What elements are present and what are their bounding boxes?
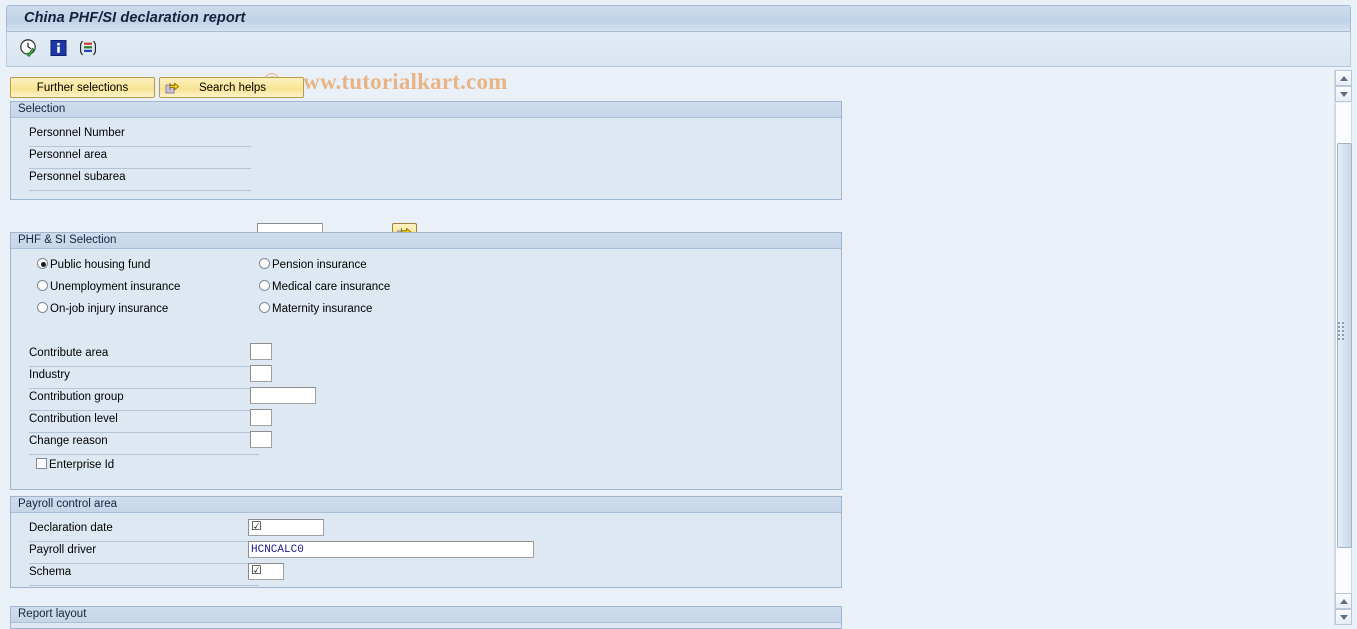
report-layout-title: Report layout: [11, 607, 841, 623]
field-row-change-reason: Change reason: [29, 433, 259, 455]
radio-indicator: [259, 302, 270, 313]
radio-public-housing-fund[interactable]: Public housing fund: [37, 258, 150, 271]
payroll-driver-label: Payroll driver: [29, 544, 97, 556]
list-variant-icon[interactable]: [78, 37, 100, 59]
field-row-payroll-driver: Payroll driver: [29, 542, 259, 564]
radio-maternity-insurance[interactable]: Maternity insurance: [259, 302, 372, 315]
phf-si-selection-panel: PHF & SI Selection Public housing fund U…: [10, 232, 842, 490]
field-row-personnel-subarea: Personnel subarea: [29, 169, 251, 191]
further-selections-label: Further selections: [36, 81, 129, 94]
splitter-grip[interactable]: [1338, 322, 1346, 342]
report-layout-panel: Report layout: [10, 606, 842, 629]
toolbar-icon-group: [18, 37, 100, 59]
contribution-group-label: Contribution group: [29, 391, 124, 403]
declaration-date-label: Declaration date: [29, 522, 113, 534]
selection-screen-buttons: Further selections Search helps: [10, 77, 304, 98]
checkbox-indicator: [36, 458, 47, 469]
radio-label: Public housing fund: [50, 259, 151, 271]
personnel-area-label: Personnel area: [29, 149, 107, 161]
field-row-personnel-area: Personnel area: [29, 147, 251, 169]
window-title-bar: China PHF/SI declaration report: [6, 5, 1351, 32]
scroll-down-button-top[interactable]: [1335, 86, 1352, 102]
radio-pension-insurance[interactable]: Pension insurance: [259, 258, 367, 271]
personnel-number-label: Personnel Number: [29, 127, 125, 139]
radio-indicator: [259, 258, 270, 269]
triangle-down-icon: [1340, 615, 1348, 620]
change-reason-label: Change reason: [29, 435, 108, 447]
radio-on-job-injury-insurance[interactable]: On-job injury insurance: [37, 302, 168, 315]
application-toolbar: © www.tutorialkart.com: [6, 32, 1351, 94]
change-reason-input[interactable]: [250, 431, 272, 448]
phf-si-panel-title: PHF & SI Selection: [11, 233, 841, 249]
triangle-up-icon: [1340, 599, 1348, 604]
radio-label: Medical care insurance: [272, 281, 391, 293]
search-help-arrow-icon: [165, 80, 180, 95]
payroll-control-area-title: Payroll control area: [11, 497, 841, 513]
field-row-contribution-level: Contribution level: [29, 411, 259, 433]
scroll-up-button[interactable]: [1335, 70, 1352, 86]
search-helps-label: Search helps: [198, 81, 267, 94]
scroll-down-button[interactable]: [1335, 609, 1352, 625]
radio-label: Pension insurance: [272, 259, 367, 271]
schema-label: Schema: [29, 566, 72, 578]
triangle-up-icon: [1340, 76, 1348, 81]
triangle-down-icon: [1340, 92, 1348, 97]
radio-indicator: [37, 280, 48, 291]
field-row-declaration-date: Declaration date: [29, 520, 259, 542]
field-row-schema: Schema: [29, 564, 259, 586]
schema-check-glyph: ☑: [251, 563, 262, 577]
scrollbar-track[interactable]: [1335, 103, 1352, 593]
selection-panel-title: Selection: [11, 102, 841, 118]
page-title: China PHF/SI declaration report: [24, 10, 246, 26]
radio-indicator: [37, 258, 48, 269]
radio-medical-care-insurance[interactable]: Medical care insurance: [259, 280, 390, 293]
row-divider: [29, 190, 251, 191]
radio-label: Unemployment insurance: [50, 281, 181, 293]
personnel-subarea-label: Personnel subarea: [29, 171, 126, 183]
payroll-driver-input[interactable]: [248, 541, 534, 558]
field-row-personnel-number: Personnel Number: [29, 125, 251, 147]
radio-label: On-job injury insurance: [50, 303, 169, 315]
field-row-industry: Industry: [29, 367, 259, 389]
radio-unemployment-insurance[interactable]: Unemployment insurance: [37, 280, 180, 293]
enterprise-id-label: Enterprise Id: [49, 459, 115, 471]
scroll-up-button-bottom[interactable]: [1335, 593, 1352, 609]
enterprise-id-checkbox[interactable]: Enterprise Id: [36, 458, 114, 471]
radio-indicator: [259, 280, 270, 291]
contribution-level-label: Contribution level: [29, 413, 118, 425]
contribution-level-input[interactable]: [250, 409, 272, 426]
info-icon[interactable]: [48, 37, 70, 59]
field-row-contribution-group: Contribution group: [29, 389, 259, 411]
vertical-scrollbar[interactable]: [1334, 70, 1352, 625]
further-selections-button[interactable]: Further selections: [10, 77, 155, 98]
search-helps-button[interactable]: Search helps: [159, 77, 304, 98]
radio-label: Maternity insurance: [272, 303, 373, 315]
declaration-date-check-glyph: ☑: [251, 519, 262, 533]
selection-panel: Selection Personnel Number Personnel are…: [10, 101, 842, 287]
row-divider: [29, 585, 259, 586]
execute-clock-icon[interactable]: [18, 37, 40, 59]
contribute-area-input[interactable]: [250, 343, 272, 360]
contribution-group-input[interactable]: [250, 387, 316, 404]
row-divider: [29, 454, 259, 455]
industry-input[interactable]: [250, 365, 272, 382]
scrollbar-thumb[interactable]: [1337, 143, 1352, 548]
radio-indicator: [37, 302, 48, 313]
contribute-area-label: Contribute area: [29, 347, 109, 359]
field-row-contribute-area: Contribute area: [29, 345, 259, 367]
industry-label: Industry: [29, 369, 70, 381]
sap-gui-screen: China PHF/SI declaration report © www.tu…: [0, 0, 1357, 629]
